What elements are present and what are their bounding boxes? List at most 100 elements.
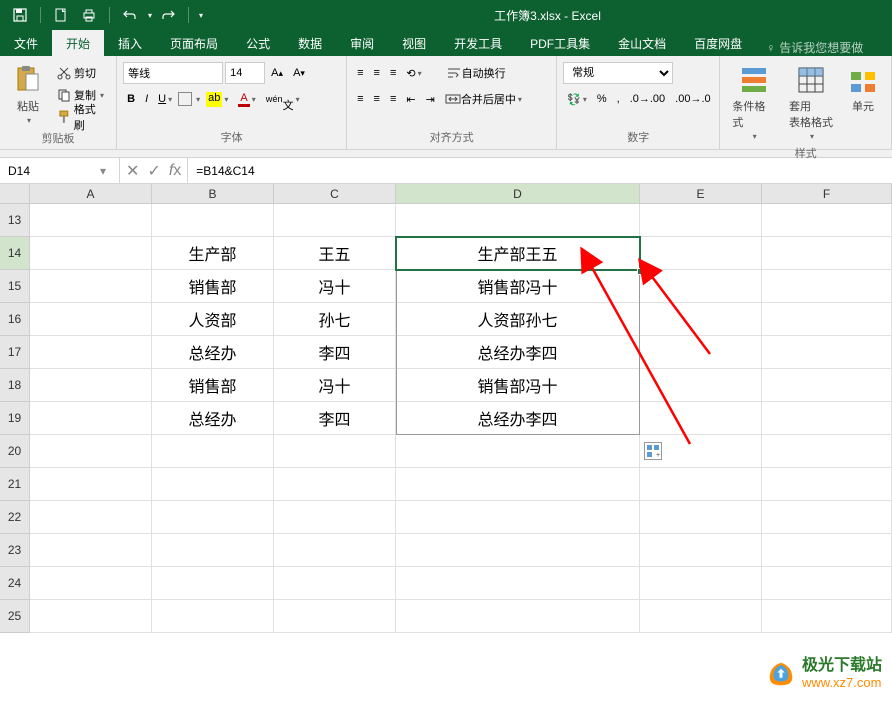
cell-B17[interactable]: 总经办: [152, 336, 274, 369]
row-header-19[interactable]: 19: [0, 402, 30, 435]
wrap-text-button[interactable]: 自动换行: [442, 63, 510, 83]
cell-C13[interactable]: [274, 204, 396, 237]
name-box[interactable]: D14 ▾: [0, 158, 120, 183]
fill-handle[interactable]: [637, 268, 644, 275]
cell-F25[interactable]: [762, 600, 892, 633]
increase-font-button[interactable]: A▴: [267, 65, 287, 81]
accept-formula-button[interactable]: ✓: [147, 161, 160, 181]
align-center-button[interactable]: ≡: [370, 91, 384, 107]
row-header-17[interactable]: 17: [0, 336, 30, 369]
italic-button[interactable]: I: [141, 91, 152, 107]
cell-C24[interactable]: [274, 567, 396, 600]
cell-D22[interactable]: [396, 501, 640, 534]
cell-D20[interactable]: [396, 435, 640, 468]
align-right-button[interactable]: ≡: [386, 91, 400, 107]
tab-view[interactable]: 视图: [388, 30, 440, 56]
cell-E17[interactable]: [640, 336, 762, 369]
tab-data[interactable]: 数据: [284, 30, 336, 56]
cell-A21[interactable]: [30, 468, 152, 501]
cell-C21[interactable]: [274, 468, 396, 501]
cell-C20[interactable]: [274, 435, 396, 468]
new-file-icon[interactable]: [49, 3, 73, 27]
row-header-18[interactable]: 18: [0, 369, 30, 402]
tab-home[interactable]: 开始: [52, 30, 104, 56]
cell-B19[interactable]: 总经办: [152, 402, 274, 435]
row-header-22[interactable]: 22: [0, 501, 30, 534]
cell-B18[interactable]: 销售部: [152, 369, 274, 402]
cell-F23[interactable]: [762, 534, 892, 567]
format-table-button[interactable]: 套用 表格格式▾: [783, 62, 839, 143]
cell-E15[interactable]: [640, 270, 762, 303]
cell-F20[interactable]: [762, 435, 892, 468]
align-left-button[interactable]: ≡: [353, 91, 367, 107]
undo-icon[interactable]: [118, 3, 142, 27]
cell-F22[interactable]: [762, 501, 892, 534]
cell-E25[interactable]: [640, 600, 762, 633]
cell-E16[interactable]: [640, 303, 762, 336]
cell-F16[interactable]: [762, 303, 892, 336]
name-box-dropdown[interactable]: ▾: [95, 164, 111, 178]
col-header-F[interactable]: F: [762, 184, 892, 204]
conditional-format-button[interactable]: 条件格式▾: [726, 62, 781, 143]
cell-D15[interactable]: 销售部冯十: [396, 270, 640, 303]
font-size-select[interactable]: [225, 62, 265, 84]
cell-C15[interactable]: 冯十: [274, 270, 396, 303]
tab-page-layout[interactable]: 页面布局: [156, 30, 232, 56]
cancel-formula-button[interactable]: ✕: [126, 161, 139, 181]
bold-button[interactable]: B: [123, 91, 139, 107]
percent-button[interactable]: %: [593, 91, 611, 107]
cell-styles-button[interactable]: 单元: [841, 62, 885, 116]
font-color-button[interactable]: A▾: [234, 90, 259, 109]
cell-D23[interactable]: [396, 534, 640, 567]
col-header-A[interactable]: A: [30, 184, 152, 204]
fx-button[interactable]: fx: [169, 162, 181, 180]
cell-C25[interactable]: [274, 600, 396, 633]
cell-A19[interactable]: [30, 402, 152, 435]
merge-center-button[interactable]: 合并后居中▾: [441, 89, 526, 109]
decrease-decimal-button[interactable]: .00→.0: [671, 91, 714, 107]
row-header-24[interactable]: 24: [0, 567, 30, 600]
cell-A18[interactable]: [30, 369, 152, 402]
cell-D24[interactable]: [396, 567, 640, 600]
cell-A22[interactable]: [30, 501, 152, 534]
cell-A15[interactable]: [30, 270, 152, 303]
cell-A25[interactable]: [30, 600, 152, 633]
cell-A13[interactable]: [30, 204, 152, 237]
row-header-16[interactable]: 16: [0, 303, 30, 336]
increase-decimal-button[interactable]: .0→.00: [626, 91, 669, 107]
cell-D19[interactable]: 总经办李四: [396, 402, 640, 435]
phonetic-button[interactable]: wén文▾: [262, 83, 304, 115]
cell-F15[interactable]: [762, 270, 892, 303]
cell-D16[interactable]: 人资部孙七: [396, 303, 640, 336]
col-header-E[interactable]: E: [640, 184, 762, 204]
tab-kingsoft[interactable]: 金山文档: [604, 30, 680, 56]
cell-F21[interactable]: [762, 468, 892, 501]
cell-B15[interactable]: 销售部: [152, 270, 274, 303]
cell-D13[interactable]: [396, 204, 640, 237]
row-header-14[interactable]: 14: [0, 237, 30, 270]
redo-icon[interactable]: [156, 3, 180, 27]
number-format-select[interactable]: 常规: [563, 62, 673, 84]
tab-review[interactable]: 审阅: [336, 30, 388, 56]
tab-formulas[interactable]: 公式: [232, 30, 284, 56]
decrease-font-button[interactable]: A▾: [289, 65, 309, 81]
cell-B13[interactable]: [152, 204, 274, 237]
decrease-indent-button[interactable]: ⇤: [402, 91, 419, 108]
cell-E13[interactable]: [640, 204, 762, 237]
tab-insert[interactable]: 插入: [104, 30, 156, 56]
cell-E22[interactable]: [640, 501, 762, 534]
row-header-23[interactable]: 23: [0, 534, 30, 567]
underline-button[interactable]: U▾: [154, 91, 176, 107]
cut-button[interactable]: 剪切: [52, 62, 110, 84]
cell-E23[interactable]: [640, 534, 762, 567]
row-header-15[interactable]: 15: [0, 270, 30, 303]
cell-B24[interactable]: [152, 567, 274, 600]
cell-F14[interactable]: [762, 237, 892, 270]
currency-button[interactable]: 💱▾: [563, 91, 591, 108]
align-bottom-button[interactable]: ≡: [386, 65, 400, 81]
row-header-25[interactable]: 25: [0, 600, 30, 633]
cell-E24[interactable]: [640, 567, 762, 600]
col-header-D[interactable]: D: [396, 184, 640, 204]
fill-color-button[interactable]: ab▾: [202, 90, 232, 109]
paste-button[interactable]: 粘贴 ▾: [6, 62, 50, 127]
